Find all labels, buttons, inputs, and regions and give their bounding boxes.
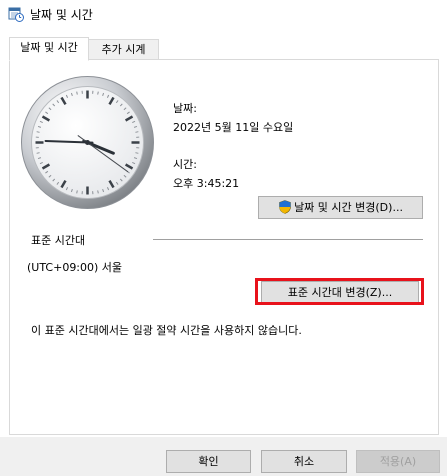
tab-additional-clocks-label: 추가 시계 [101,43,146,56]
date-label: 날짜: [173,102,197,115]
dst-note: 이 표준 시간대에서는 일광 절약 시간을 사용하지 않습니다. [31,324,302,337]
clock-minute-tick [76,190,78,194]
ok-button[interactable]: 확인 [166,450,251,473]
time-label: 시간: [173,158,197,171]
tab-date-and-time[interactable]: 날짜 및 시간 [9,37,89,61]
time-value: 오후 3:45:21 [173,177,240,190]
timezone-heading: 표준 시간대 [31,234,86,247]
tab-additional-clocks[interactable]: 추가 시계 [88,39,159,60]
cancel-button-label: 취소 [293,455,315,468]
change-timezone-button[interactable]: 표준 시간대 변경(Z)... [261,281,419,304]
clock-minute-tick [36,131,40,133]
timezone-separator [153,239,423,240]
clock-minute-tick [135,131,139,133]
title-bar: 날짜 및 시간 [0,0,447,28]
clock-minute-tick [97,190,99,194]
calendar-clock-icon [8,7,24,22]
apply-button[interactable]: 적용(A) [356,450,440,473]
change-timezone-label: 표준 시간대 변경(Z)... [287,286,393,299]
window-title: 날짜 및 시간 [30,8,93,22]
uac-shield-icon [279,200,291,214]
date-value: 2022년 5월 11일 수요일 [173,121,294,134]
apply-button-label: 적용(A) [379,455,417,468]
tab-date-and-time-label: 날짜 및 시간 [20,41,78,54]
clock-minute-tick [135,152,139,154]
clock-minute-tick [76,91,78,95]
change-date-time-label: 날짜 및 시간 변경(D)... [294,201,403,214]
clock-center-pin [85,140,90,145]
clock-minute-tick [36,152,40,154]
ok-button-label: 확인 [198,455,219,468]
analog-clock [21,76,154,209]
timezone-value: (UTC+09:00) 서울 [27,261,123,274]
change-date-time-button[interactable]: 날짜 및 시간 변경(D)... [258,196,423,219]
clock-minute-tick [97,91,99,95]
cancel-button[interactable]: 취소 [261,450,347,473]
